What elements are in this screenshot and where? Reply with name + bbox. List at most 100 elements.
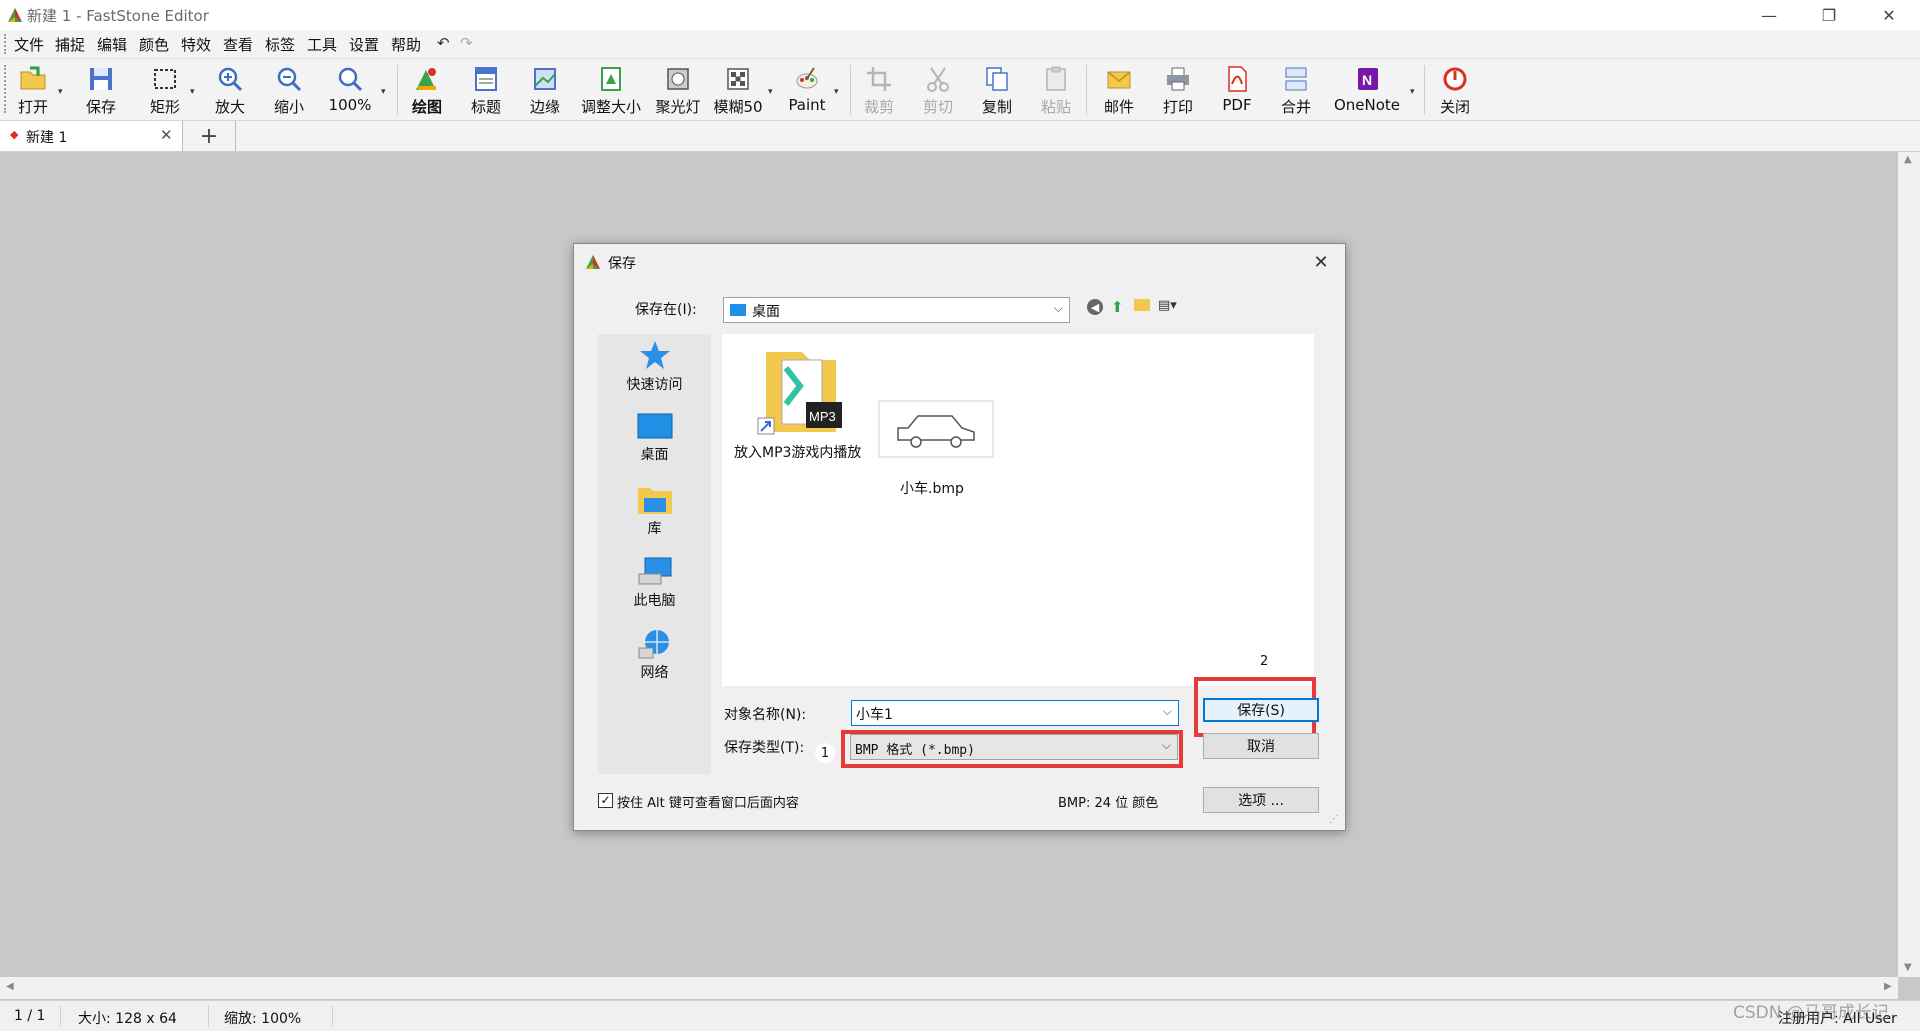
- view-menu-icon[interactable]: ▤▾: [1158, 298, 1177, 313]
- zoom-level-button[interactable]: 100%: [325, 59, 375, 120]
- menu-edit[interactable]: 编辑: [97, 34, 127, 55]
- open-button[interactable]: 打开: [10, 59, 56, 120]
- up-folder-icon[interactable]: ⬆: [1111, 298, 1124, 316]
- toolbar: 打开 ▾ 保存 矩形 ▾ 放大 缩小 100% ▾ 绘图 标题 边缘 调整大小: [0, 59, 1920, 121]
- filename-input[interactable]: 小车1 ⌵: [851, 700, 1179, 726]
- print-button[interactable]: 打印: [1155, 59, 1201, 120]
- dialog-cancel-button[interactable]: 取消: [1203, 733, 1319, 759]
- crop-button[interactable]: 裁剪: [856, 59, 902, 120]
- blur-dropdown-icon[interactable]: ▾: [768, 87, 773, 97]
- horizontal-scrollbar[interactable]: ◀ ▶: [0, 977, 1898, 999]
- onenote-icon: N: [1358, 68, 1378, 90]
- menu-effects[interactable]: 特效: [181, 34, 211, 55]
- vertical-scrollbar[interactable]: ▲ ▼: [1898, 152, 1920, 977]
- restore-button[interactable]: ❐: [1806, 0, 1852, 30]
- file-item-folder[interactable]: MP3 放入MP3游戏内播放: [728, 346, 878, 476]
- places-bar: 快速访问 桌面 库 此电脑 网络: [598, 334, 711, 774]
- menu-tabs[interactable]: 标签: [265, 34, 295, 55]
- redo-icon[interactable]: ↷: [460, 34, 473, 52]
- blur-button[interactable]: 模糊50: [712, 59, 764, 120]
- bmp-info: BMP: 24 位 颜色: [1058, 796, 1159, 811]
- email-button[interactable]: 邮件: [1096, 59, 1142, 120]
- place-quick-access[interactable]: 快速访问: [598, 338, 711, 394]
- file-list[interactable]: MP3 放入MP3游戏内播放 小车.bmp: [722, 334, 1314, 686]
- status-separator: [60, 1005, 61, 1027]
- menu-help[interactable]: 帮助: [391, 34, 421, 55]
- zoom-out-icon: [277, 67, 302, 92]
- scroll-left-icon[interactable]: ◀: [6, 981, 14, 992]
- menu-grip: [4, 34, 8, 54]
- new-folder-icon[interactable]: [1134, 299, 1150, 311]
- desktop-small-icon: [730, 304, 746, 316]
- app-logo-icon: [8, 8, 22, 22]
- spotlight-button[interactable]: 聚光灯: [652, 59, 704, 120]
- place-network[interactable]: 网络: [598, 628, 711, 682]
- filename-label: 对象名称(N):: [724, 707, 807, 723]
- place-this-pc[interactable]: 此电脑: [598, 556, 711, 610]
- zoom-in-icon: [218, 67, 243, 92]
- resize-button[interactable]: 调整大小: [578, 59, 644, 120]
- open-dropdown-icon[interactable]: ▾: [58, 87, 63, 97]
- paint-button[interactable]: Paint: [782, 59, 832, 120]
- computer-icon: [638, 557, 671, 585]
- paint-brush-icon: [796, 67, 818, 89]
- paint-dropdown-icon[interactable]: ▾: [834, 87, 839, 97]
- floppy-disk-icon: [90, 68, 112, 90]
- cut-button[interactable]: 剪切: [915, 59, 961, 120]
- status-separator: [208, 1005, 209, 1027]
- undo-icon[interactable]: ↶: [437, 34, 450, 52]
- scroll-up-icon[interactable]: ▲: [1904, 154, 1912, 165]
- edge-button[interactable]: 边缘: [522, 59, 568, 120]
- menu-capture[interactable]: 捕捉: [55, 34, 85, 55]
- toolbar-separator: [850, 65, 851, 115]
- paste-button[interactable]: 粘贴: [1033, 59, 1079, 120]
- save-in-value: 桌面: [752, 304, 780, 320]
- menu-tools[interactable]: 工具: [307, 34, 337, 55]
- caption-button[interactable]: 标题: [463, 59, 509, 120]
- pdf-button[interactable]: PDF: [1214, 59, 1260, 120]
- rect-dropdown-icon[interactable]: ▾: [190, 87, 195, 97]
- tab-document[interactable]: ◆ 新建 1 ✕: [0, 121, 183, 151]
- options-button[interactable]: 选项 ...: [1203, 787, 1319, 813]
- back-icon[interactable]: ◀: [1087, 299, 1103, 315]
- onenote-dropdown-icon[interactable]: ▾: [1410, 87, 1415, 97]
- filename-value: 小车1: [856, 707, 893, 723]
- scroll-down-icon[interactable]: ▼: [1904, 962, 1912, 973]
- save-in-dropdown[interactable]: 桌面 ⌵: [723, 297, 1070, 323]
- status-size: 大小: 128 x 64: [78, 1011, 177, 1027]
- menu-color[interactable]: 颜色: [139, 34, 169, 55]
- copy-button[interactable]: 复制: [974, 59, 1020, 120]
- draw-button[interactable]: 绘图: [404, 59, 450, 120]
- zoom-out-button[interactable]: 缩小: [266, 59, 312, 120]
- file-item-bmp[interactable]: 小车.bmp: [870, 346, 1000, 497]
- filetype-dropdown[interactable]: BMP 格式 (*.bmp) ⌵: [850, 734, 1178, 760]
- watermark: CSDN @马哥成长记: [1733, 1003, 1889, 1023]
- tab-close-icon[interactable]: ✕: [160, 126, 173, 144]
- save-button[interactable]: 保存: [78, 59, 124, 120]
- scroll-right-icon[interactable]: ▶: [1884, 981, 1892, 992]
- dialog-title: 保存: [608, 256, 636, 272]
- place-library[interactable]: 库: [598, 484, 711, 538]
- car-image-thumbnail: [878, 400, 994, 458]
- caption-icon: [475, 67, 497, 91]
- onenote-button[interactable]: N OneNote: [1328, 59, 1406, 120]
- rectangle-select-button[interactable]: 矩形: [142, 59, 188, 120]
- resize-grip-icon[interactable]: ⋰: [1329, 814, 1339, 825]
- menu-view[interactable]: 查看: [223, 34, 253, 55]
- star-icon: [639, 341, 670, 369]
- dialog-save-button[interactable]: 保存(S): [1203, 698, 1319, 722]
- place-desktop[interactable]: 桌面: [598, 412, 711, 464]
- minimize-button[interactable]: —: [1746, 0, 1792, 30]
- merge-button[interactable]: 合并: [1273, 59, 1319, 120]
- dialog-close-button[interactable]: ✕: [1308, 250, 1334, 274]
- menu-settings[interactable]: 设置: [349, 34, 379, 55]
- new-tab-button[interactable]: +: [183, 121, 236, 151]
- zoom-dropdown-icon[interactable]: ▾: [381, 87, 386, 97]
- menu-file[interactable]: 文件: [14, 34, 44, 55]
- folder-shortcut-icon: MP3: [757, 352, 842, 435]
- alt-view-checkbox[interactable]: ✓: [598, 793, 613, 808]
- alt-view-label: 按住 Alt 键可查看窗口后面内容: [617, 796, 799, 811]
- zoom-in-button[interactable]: 放大: [207, 59, 253, 120]
- close-button[interactable]: 关闭: [1432, 59, 1478, 120]
- close-window-button[interactable]: ✕: [1866, 0, 1912, 30]
